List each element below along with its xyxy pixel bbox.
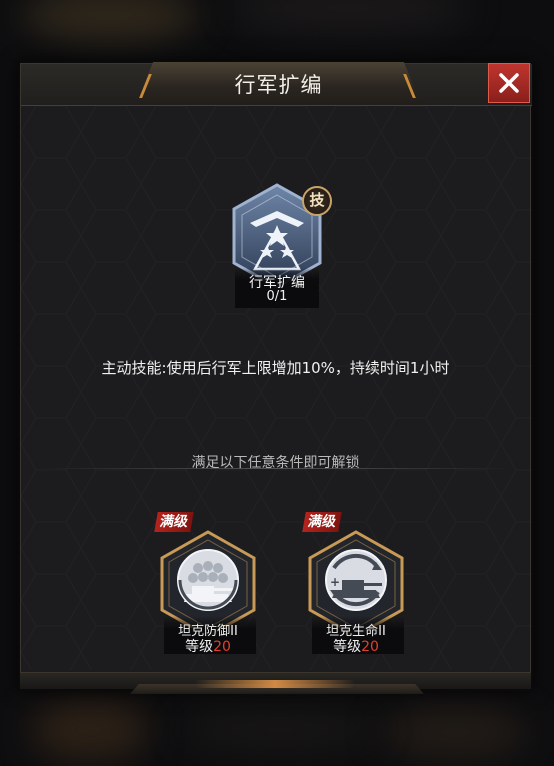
skill-description: 主动技能:使用后行军上限增加10%，持续时间1小时: [101, 359, 450, 377]
requirement-level: 等级20: [304, 636, 408, 656]
unlock-hint: 满足以下任意条件即可解锁: [191, 455, 360, 471]
requirement-card[interactable]: 满级 坦克防御II 等级20: [154, 512, 260, 660]
skill-count: 0/1: [266, 289, 288, 304]
level-prefix: 等级: [333, 639, 362, 655]
svg-text:+: +: [330, 575, 340, 589]
dialog-title: 行军扩编: [234, 73, 323, 97]
max-level-badge: 满级: [154, 512, 194, 532]
tank-health-icon: +: [325, 549, 387, 611]
level-value: 20: [213, 639, 231, 655]
max-level-badge: 满级: [302, 512, 342, 532]
close-button[interactable]: [488, 63, 530, 103]
level-value: 20: [361, 639, 379, 655]
requirement-level: 等级20: [156, 636, 260, 656]
tank-shield-icon: [177, 549, 239, 611]
footer-glow: [195, 680, 355, 688]
requirement-card[interactable]: + 满级 坦克生命II 等级20: [302, 512, 408, 660]
close-icon: [499, 73, 519, 93]
skill-type-badge: 技: [302, 186, 332, 216]
level-prefix: 等级: [185, 639, 214, 655]
